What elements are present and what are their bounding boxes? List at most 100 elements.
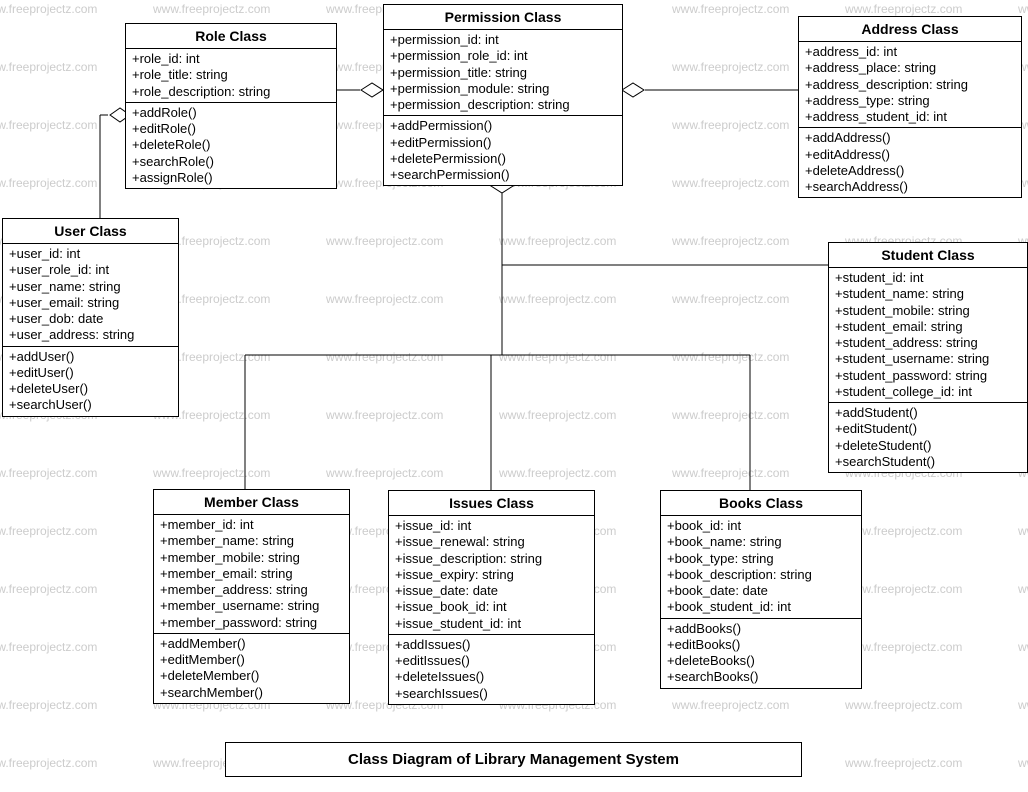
class-member-line: +user_address: string: [9, 327, 172, 343]
class-member-line: +editIssues(): [395, 653, 588, 669]
class-attrs: +member_id: int+member_name: string+memb…: [154, 515, 349, 634]
class-attrs: +address_id: int+address_place: string+a…: [799, 42, 1021, 128]
class-member-line: +permission_description: string: [390, 97, 616, 113]
class-member-line: +issue_renewal: string: [395, 534, 588, 550]
class-member-line: +user_name: string: [9, 279, 172, 295]
class-member-line: +deleteStudent(): [835, 438, 1021, 454]
class-member-line: +role_title: string: [132, 67, 330, 83]
class-member-line: +deletePermission(): [390, 151, 616, 167]
class-member-line: +permission_title: string: [390, 65, 616, 81]
class-member-line: +searchBooks(): [667, 669, 855, 685]
class-role: Role Class +role_id: int+role_title: str…: [125, 23, 337, 189]
class-member-line: +editAddress(): [805, 147, 1015, 163]
class-member-line: +addBooks(): [667, 621, 855, 637]
class-member-line: +issue_id: int: [395, 518, 588, 534]
class-member-line: +student_name: string: [835, 286, 1021, 302]
class-member-line: +role_id: int: [132, 51, 330, 67]
class-member-line: +editStudent(): [835, 421, 1021, 437]
class-member-line: +searchPermission(): [390, 167, 616, 183]
class-attrs: +book_id: int+book_name: string+book_typ…: [661, 516, 861, 619]
class-member-line: +addIssues(): [395, 637, 588, 653]
diagram-title: Class Diagram of Library Management Syst…: [225, 742, 802, 777]
class-member-line: +member_mobile: string: [160, 550, 343, 566]
class-member-line: +address_student_id: int: [805, 109, 1015, 125]
class-attrs: +user_id: int+user_role_id: int+user_nam…: [3, 244, 178, 347]
class-permission: Permission Class +permission_id: int+per…: [383, 4, 623, 186]
class-member-line: +student_address: string: [835, 335, 1021, 351]
class-member-line: +address_id: int: [805, 44, 1015, 60]
class-member-line: +deleteBooks(): [667, 653, 855, 669]
class-title: Member Class: [154, 490, 349, 515]
class-methods: +addIssues()+editIssues()+deleteIssues()…: [389, 635, 594, 704]
class-member-line: +book_student_id: int: [667, 599, 855, 615]
class-member-line: +member_id: int: [160, 517, 343, 533]
class-member-line: +user_dob: date: [9, 311, 172, 327]
class-member-line: +searchIssues(): [395, 686, 588, 702]
class-member-line: +deleteRole(): [132, 137, 330, 153]
class-methods: +addRole()+editRole()+deleteRole()+searc…: [126, 103, 336, 188]
class-member-line: +student_mobile: string: [835, 303, 1021, 319]
class-attrs: +student_id: int+student_name: string+st…: [829, 268, 1027, 403]
class-member-line: +addAddress(): [805, 130, 1015, 146]
class-member-line: +searchAddress(): [805, 179, 1015, 195]
class-member-line: +editMember(): [160, 652, 343, 668]
class-member-line: +deleteUser(): [9, 381, 172, 397]
class-member-line: +book_type: string: [667, 551, 855, 567]
class-member-line: +permission_module: string: [390, 81, 616, 97]
class-methods: +addUser()+editUser()+deleteUser()+searc…: [3, 347, 178, 416]
class-member-line: +address_description: string: [805, 77, 1015, 93]
class-member-line: +student_college_id: int: [835, 384, 1021, 400]
class-member-line: +editRole(): [132, 121, 330, 137]
class-title: Address Class: [799, 17, 1021, 42]
class-member-line: +issue_description: string: [395, 551, 588, 567]
class-member-line: +deleteAddress(): [805, 163, 1015, 179]
class-member-line: +issue_student_id: int: [395, 616, 588, 632]
class-title: Issues Class: [389, 491, 594, 516]
class-member-line: +student_email: string: [835, 319, 1021, 335]
class-methods: +addAddress()+editAddress()+deleteAddres…: [799, 128, 1021, 197]
class-methods: +addPermission()+editPermission()+delete…: [384, 116, 622, 185]
class-member-line: +permission_role_id: int: [390, 48, 616, 64]
class-member-line: +role_description: string: [132, 84, 330, 100]
class-member-line: +issue_expiry: string: [395, 567, 588, 583]
class-member-line: +member_password: string: [160, 615, 343, 631]
class-attrs: +issue_id: int+issue_renewal: string+iss…: [389, 516, 594, 635]
class-member-line: +addPermission(): [390, 118, 616, 134]
class-member-line: +member_name: string: [160, 533, 343, 549]
class-member-line: +member_address: string: [160, 582, 343, 598]
class-student: Student Class +student_id: int+student_n…: [828, 242, 1028, 473]
class-title: Books Class: [661, 491, 861, 516]
class-member-line: +addMember(): [160, 636, 343, 652]
class-member: Member Class +member_id: int+member_name…: [153, 489, 350, 704]
class-member-line: +book_date: date: [667, 583, 855, 599]
class-member-line: +user_email: string: [9, 295, 172, 311]
class-member-line: +address_type: string: [805, 93, 1015, 109]
class-attrs: +permission_id: int+permission_role_id: …: [384, 30, 622, 116]
class-member-line: +student_username: string: [835, 351, 1021, 367]
class-member-line: +student_id: int: [835, 270, 1021, 286]
class-title: User Class: [3, 219, 178, 244]
class-member-line: +address_place: string: [805, 60, 1015, 76]
class-attrs: +role_id: int+role_title: string+role_de…: [126, 49, 336, 103]
class-user: User Class +user_id: int+user_role_id: i…: [2, 218, 179, 417]
class-member-line: +deleteMember(): [160, 668, 343, 684]
class-member-line: +book_description: string: [667, 567, 855, 583]
class-issues: Issues Class +issue_id: int+issue_renewa…: [388, 490, 595, 705]
class-member-line: +book_name: string: [667, 534, 855, 550]
class-member-line: +user_id: int: [9, 246, 172, 262]
class-member-line: +issue_date: date: [395, 583, 588, 599]
class-member-line: +addStudent(): [835, 405, 1021, 421]
class-member-line: +student_password: string: [835, 368, 1021, 384]
class-member-line: +searchRole(): [132, 154, 330, 170]
class-member-line: +editPermission(): [390, 135, 616, 151]
class-title: Role Class: [126, 24, 336, 49]
class-member-line: +editBooks(): [667, 637, 855, 653]
class-member-line: +addUser(): [9, 349, 172, 365]
class-member-line: +member_username: string: [160, 598, 343, 614]
class-title: Permission Class: [384, 5, 622, 30]
class-methods: +addStudent()+editStudent()+deleteStuden…: [829, 403, 1027, 472]
class-member-line: +searchMember(): [160, 685, 343, 701]
class-member-line: +book_id: int: [667, 518, 855, 534]
class-member-line: +searchUser(): [9, 397, 172, 413]
class-methods: +addBooks()+editBooks()+deleteBooks()+se…: [661, 619, 861, 688]
